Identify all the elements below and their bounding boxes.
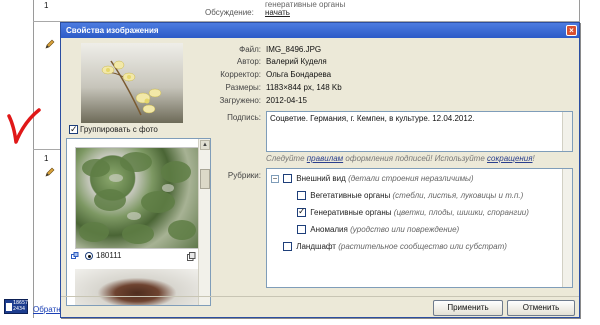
photo-caption-row: 180111 xyxy=(71,250,201,262)
rubrics-tree[interactable]: − Внешний вид (детали строения неразличи… xyxy=(266,168,573,288)
rubric-note: (растительное сообщество или субстрат) xyxy=(338,242,507,251)
checkbox-icon[interactable] xyxy=(297,206,306,218)
author-value: Валерий Куделя xyxy=(266,57,327,66)
rubric-name: Ландшафт xyxy=(296,242,336,251)
link-icon[interactable] xyxy=(71,252,79,260)
rubric-name: Вегетативные органы xyxy=(310,191,391,200)
rubric-appearance[interactable]: − Внешний вид (детали строения неразличи… xyxy=(271,173,474,184)
copy-icon[interactable] xyxy=(187,252,196,261)
caption-scrollbar[interactable] xyxy=(562,112,572,151)
file-label: Файл: xyxy=(239,45,261,54)
checkbox-icon[interactable] xyxy=(297,225,306,235)
rubric-anomaly[interactable]: Аномалия (уродство или повреждение) xyxy=(297,224,459,235)
row-number: 1 xyxy=(44,1,49,10)
caption-label: Подпись: xyxy=(227,113,261,122)
discussion-label: Обсуждение: xyxy=(205,8,254,17)
apply-button[interactable]: Применить xyxy=(433,300,503,316)
corrector-label: Корректор: xyxy=(220,70,261,79)
counter-value: 2434 xyxy=(13,306,26,312)
author-label: Автор: xyxy=(236,57,261,66)
file-value: IMG_8496.JPG xyxy=(266,45,322,54)
size-value: 1183×844 px, 148 Kb xyxy=(266,83,342,92)
radio-dot xyxy=(88,255,91,258)
tree-collapse-icon[interactable]: − xyxy=(271,174,279,183)
red-checkmark-annotation xyxy=(7,108,41,144)
rubric-note: (детали строения неразличимы) xyxy=(348,174,474,183)
counter-badge-icon xyxy=(6,303,12,311)
group-label: Группировать с фото xyxy=(80,125,158,134)
rubrics-scrollbar[interactable] xyxy=(562,169,572,287)
cancel-button[interactable]: Отменить xyxy=(507,300,575,316)
dialog-title: Свойства изображения xyxy=(66,26,159,35)
plant-illustration xyxy=(79,152,196,244)
rubric-name: Генеративные органы xyxy=(310,208,392,217)
rubric-note: (уродство или повреждение) xyxy=(350,225,460,234)
rubric-note: (цветки, плоды, шишки, спорангии) xyxy=(393,208,529,217)
pencil-icon[interactable] xyxy=(45,39,55,49)
photo-id: 180111 xyxy=(96,251,122,260)
hint-text: оформления подписей! Используйте xyxy=(343,154,488,163)
caption-text: Соцветие. Германия, г. Кемпен, в культур… xyxy=(270,114,475,123)
discussion-link[interactable]: начать xyxy=(265,8,290,17)
abbreviations-link[interactable]: сокращения xyxy=(487,154,533,163)
plant-photo[interactable] xyxy=(75,147,199,249)
group-with-photo-checkbox[interactable]: Группировать с фото xyxy=(69,123,158,136)
corrector-value: Ольга Бондарева xyxy=(266,70,332,79)
rubrics-label: Рубрики: xyxy=(227,171,261,180)
size-label: Размеры: xyxy=(225,83,261,92)
row-number: 1 xyxy=(44,154,49,163)
counter-icon[interactable]: 18657 2434 xyxy=(4,299,28,314)
caption-textarea[interactable]: Соцветие. Германия, г. Кемпен, в культур… xyxy=(266,111,573,152)
photo-radio[interactable] xyxy=(85,252,93,260)
rubric-note: (стебли, листья, луковицы и т.п.) xyxy=(392,191,524,200)
checkbox-icon[interactable] xyxy=(283,242,292,252)
footer-divider xyxy=(61,296,579,297)
rules-link[interactable]: правилам xyxy=(307,154,343,163)
uploaded-label: Загружено: xyxy=(219,96,261,105)
hint-text: ! xyxy=(532,154,535,163)
gallery-scrollbar[interactable]: ▲ xyxy=(198,139,210,305)
rubric-name: Аномалия xyxy=(310,225,348,234)
checkbox-icon[interactable] xyxy=(297,191,306,201)
rubric-generative[interactable]: Генеративные органы (цветки, плоды, шишк… xyxy=(297,206,529,218)
rubric-vegetative[interactable]: Вегетативные органы (стебли, листья, лук… xyxy=(297,190,523,201)
photo-gallery[interactable]: 180111 ▲ xyxy=(66,138,211,306)
scroll-up-icon[interactable]: ▲ xyxy=(200,140,210,150)
checkbox-icon[interactable] xyxy=(69,123,78,135)
pencil-icon[interactable] xyxy=(45,167,55,177)
caption-hint: Следуйте правилам оформления подписей! И… xyxy=(266,154,535,163)
rubric-name: Внешний вид xyxy=(296,174,346,183)
image-properties-dialog: Свойства изображения × Группировать с фо… xyxy=(60,22,580,318)
dialog-titlebar[interactable]: Свойства изображения × xyxy=(61,23,579,38)
checkbox-icon[interactable] xyxy=(283,174,292,184)
rubric-landscape[interactable]: Ландшафт (растительное сообщество или су… xyxy=(283,241,507,252)
close-icon[interactable]: × xyxy=(566,25,577,36)
plant-photo-2[interactable] xyxy=(75,269,199,305)
uploaded-value: 2012-04-15 xyxy=(266,96,307,105)
hint-text: Следуйте xyxy=(266,154,307,163)
